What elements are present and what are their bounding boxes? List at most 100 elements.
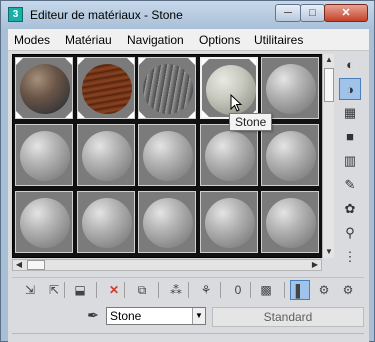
slot-assigned-corner-icon (188, 111, 195, 118)
material-slot[interactable] (261, 191, 319, 253)
menu-modes[interactable]: Modes (14, 33, 50, 47)
make-unique-icon[interactable]: ⁂ (166, 280, 186, 300)
material-sphere (81, 64, 132, 114)
slot-assigned-corner-icon (77, 111, 85, 118)
slot-assigned-corner-icon (126, 58, 134, 65)
sample-type-sphere-icon[interactable]: ◐ (339, 54, 361, 76)
app-icon: 3 (8, 7, 23, 22)
slot-assigned-corner-icon (201, 59, 209, 66)
material-slot[interactable] (15, 191, 73, 253)
material-slot[interactable] (261, 124, 319, 186)
material-slot[interactable] (199, 57, 258, 119)
delete-icon[interactable]: ✕ (104, 280, 124, 300)
options-icon[interactable]: ✿ (339, 198, 361, 220)
sample-slots-grid (12, 54, 331, 258)
pick-material-eyedropper-icon[interactable]: ✒ (84, 307, 102, 325)
material-name-dropdown-icon[interactable]: ▼ (192, 308, 205, 324)
scroll-down-arrow-icon[interactable]: ▼ (323, 246, 335, 258)
editor-client-area: ▲ ▼ ◀ ▶ ◐ ◑ ▦ ■ ▥ ✎ ✿ ⚲ ⋮ ⇲ ⇱ ⬓ ✕ ⧉ ⁂ ⚘ 0 ▩ ▌ ⚙ ⚙ ✒ Stone ▼… (8, 51, 369, 342)
material-sphere (81, 131, 132, 181)
make-preview-icon[interactable]: ✎ (339, 174, 361, 196)
material-sphere (20, 64, 70, 114)
material-sphere (266, 131, 316, 181)
menu-utilitaires[interactable]: Utilitaires (254, 33, 303, 47)
menu-materiau[interactable]: Matériau (65, 33, 112, 47)
go-to-parent-icon[interactable]: ⚙ (314, 280, 334, 300)
material-type-button[interactable]: Standard (212, 307, 364, 327)
slot-assigned-corner-icon (126, 111, 134, 118)
slot-assigned-corner-icon (77, 58, 85, 65)
slot-assigned-corner-icon (139, 58, 146, 65)
go-forward-to-sibling-icon[interactable]: ⚙ (338, 280, 358, 300)
backlight-icon[interactable]: ◑ (339, 78, 361, 100)
material-slot[interactable] (138, 191, 196, 253)
vertical-scroll-thumb[interactable] (324, 68, 334, 102)
menu-options[interactable]: Options (199, 33, 240, 47)
video-color-check-icon[interactable]: ▥ (339, 150, 361, 172)
put-to-scene-icon[interactable]: ⇱ (44, 280, 64, 300)
material-slot[interactable] (15, 57, 73, 119)
slot-assigned-corner-icon (65, 58, 72, 65)
material-slot[interactable] (138, 57, 196, 119)
material-sphere (266, 198, 316, 248)
toolbar-separator (188, 282, 189, 298)
slots-horizontal-scrollbar[interactable]: ◀ ▶ (12, 259, 322, 271)
background-checker-icon[interactable]: ▦ (339, 102, 361, 124)
put-to-library-icon[interactable]: ⚘ (196, 280, 216, 300)
toolbar-separator (158, 282, 159, 298)
slot-assigned-corner-icon (65, 111, 72, 118)
material-id-channel-icon[interactable]: 0 (228, 280, 248, 300)
material-sphere (204, 198, 255, 248)
material-sphere (143, 64, 193, 114)
material-slot[interactable] (76, 57, 135, 119)
slots-vertical-scrollbar[interactable]: ▲ ▼ (322, 54, 334, 258)
select-by-material-icon[interactable]: ⚲ (339, 222, 361, 244)
scroll-up-arrow-icon[interactable]: ▲ (323, 54, 335, 66)
copy-material-icon[interactable]: ⧉ (132, 280, 152, 300)
sample-uv-tiling-icon[interactable]: ■ (339, 126, 361, 148)
material-slot[interactable] (261, 57, 319, 119)
get-material-icon[interactable]: ⇲ (20, 280, 40, 300)
slot-assigned-corner-icon (139, 111, 146, 118)
material-slot[interactable] (138, 124, 196, 186)
scroll-left-arrow-icon[interactable]: ◀ (13, 260, 25, 270)
material-map-navigator-icon[interactable]: ⋮ (339, 246, 361, 268)
material-sphere (20, 198, 70, 248)
toolbar-separator (124, 282, 125, 298)
menu-bar: Modes Matériau Navigation Options Utilit… (8, 29, 369, 51)
material-slot[interactable] (199, 124, 258, 186)
assign-to-selection-icon[interactable]: ⬓ (70, 280, 90, 300)
title-bar[interactable]: 3 Editeur de matériaux - Stone ─ □ ✕ (1, 1, 374, 29)
horizontal-scroll-thumb[interactable] (27, 260, 45, 270)
show-end-result-icon[interactable]: ▌ (290, 280, 310, 300)
material-slot[interactable] (199, 191, 258, 253)
slot-tooltip: Stone (229, 113, 273, 131)
toolbar-separator (284, 282, 285, 298)
material-sphere (266, 64, 316, 114)
material-slot[interactable] (76, 124, 135, 186)
material-sphere (20, 131, 70, 181)
material-sphere (204, 131, 255, 181)
material-slot[interactable] (15, 124, 73, 186)
slot-assigned-corner-icon (248, 59, 256, 66)
material-sphere (143, 198, 193, 248)
toolbar-separator (64, 282, 65, 298)
toolbar-separator (250, 282, 251, 298)
material-slot[interactable] (76, 191, 135, 253)
material-sphere (81, 198, 132, 248)
material-name-row: ✒ Stone ▼ Standard (12, 305, 364, 329)
maximize-button[interactable]: □ (300, 4, 325, 22)
rollout-area-top (12, 333, 364, 342)
mouse-cursor-icon (230, 94, 243, 112)
scroll-right-arrow-icon[interactable]: ▶ (309, 260, 321, 270)
slot-assigned-corner-icon (16, 111, 23, 118)
material-editor-window: 3 Editeur de matériaux - Stone ─ □ ✕ Mod… (0, 0, 375, 342)
slot-assigned-corner-icon (16, 58, 23, 65)
menu-navigation[interactable]: Navigation (127, 33, 184, 47)
material-name-field[interactable]: Stone (106, 307, 206, 325)
show-map-in-viewport-icon[interactable]: ▩ (256, 280, 276, 300)
close-button[interactable]: ✕ (324, 4, 368, 22)
toolbar-separator (96, 282, 97, 298)
side-toolbar: ◐ ◑ ▦ ■ ▥ ✎ ✿ ⚲ ⋮ (339, 54, 365, 270)
minimize-button[interactable]: ─ (275, 4, 301, 22)
